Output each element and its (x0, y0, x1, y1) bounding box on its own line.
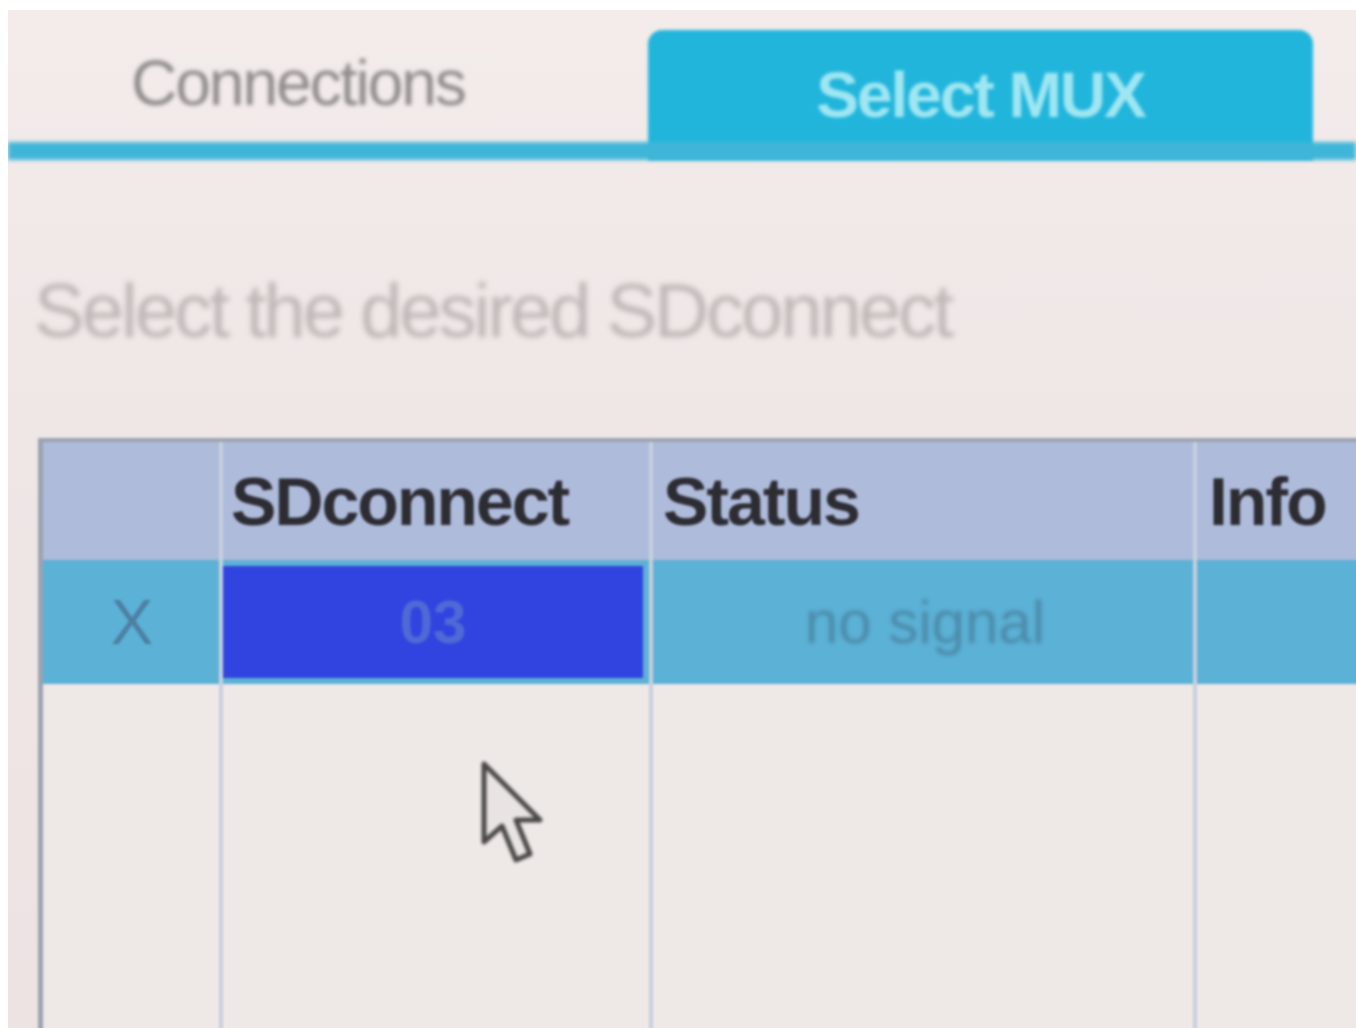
tab-connections[interactable]: Connections (48, 28, 548, 138)
cell-status: no signal (804, 588, 1046, 656)
tab-select-mux[interactable]: Select MUX (648, 30, 1313, 160)
tab-underline (8, 142, 1356, 160)
header-status[interactable]: Status (663, 452, 1183, 552)
table-empty-area (43, 684, 1356, 1028)
mouse-pointer-icon (481, 761, 543, 863)
cell-info (1199, 560, 1356, 684)
tab-bar: Connections Select MUX (8, 10, 1356, 170)
table-header-row: SDconnect Status Info (43, 442, 1356, 560)
application-window: Connections Select MUX Select the desire… (8, 10, 1356, 1028)
header-sdconnect[interactable]: SDconnect (231, 452, 651, 552)
table-row[interactable]: X 03 no signal (43, 560, 1356, 684)
column-divider (1193, 442, 1197, 1028)
header-marker (43, 452, 221, 552)
column-divider (219, 442, 223, 1028)
row-marker: X (110, 586, 154, 658)
sdconnect-table: SDconnect Status Info X 03 no signal (38, 438, 1356, 1028)
instruction-text: Select the desired SDconnect (34, 269, 954, 354)
column-divider (649, 442, 653, 1028)
cell-sdconnect[interactable]: 03 (223, 566, 643, 678)
header-info[interactable]: Info (1209, 452, 1356, 552)
